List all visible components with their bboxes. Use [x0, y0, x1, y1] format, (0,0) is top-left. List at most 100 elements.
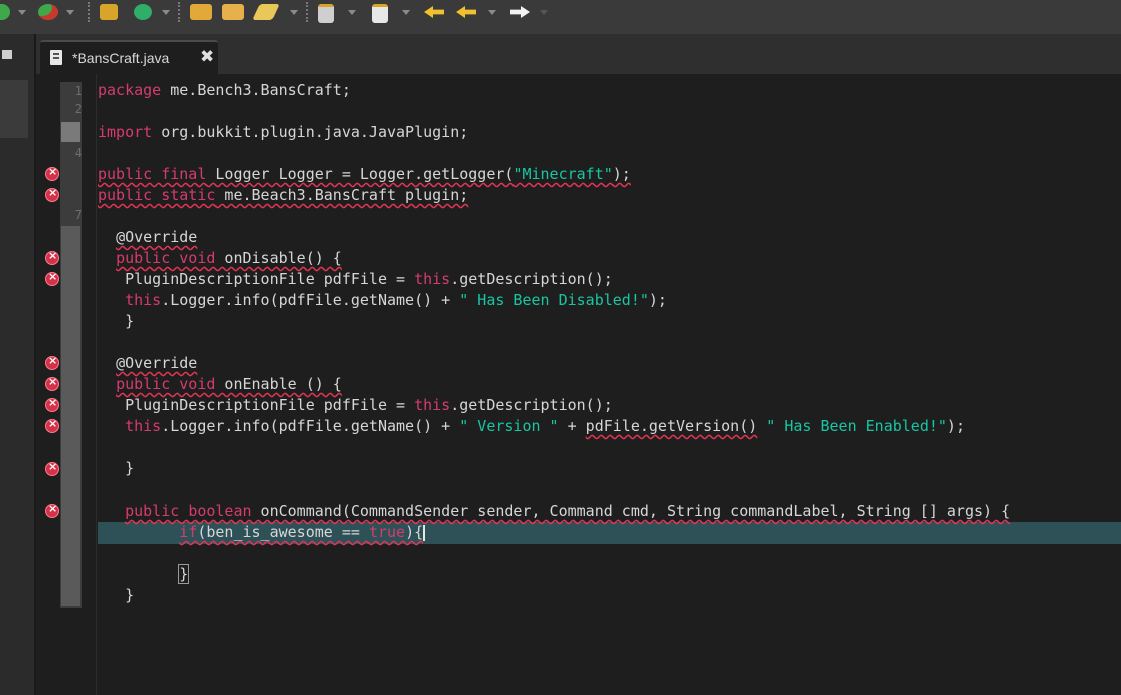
code-line[interactable]: public void onDisable() {	[98, 248, 342, 269]
keyword: package	[98, 81, 162, 99]
annotation: @Override	[116, 354, 198, 372]
text-caret	[423, 524, 426, 541]
debug-icon[interactable]	[38, 4, 58, 20]
keyword: this	[414, 396, 451, 414]
error-marker-icon[interactable]	[45, 270, 59, 286]
next-dropdown-icon[interactable]	[540, 10, 548, 15]
keyword: this	[125, 417, 162, 435]
code-line[interactable]: if(ben_is_awesome == true){	[98, 522, 426, 543]
string-literal: " Has Been Enabled!"	[766, 417, 947, 435]
code-line[interactable]: public void onEnable () {	[98, 374, 342, 395]
code-line[interactable]: public boolean onCommand(CommandSender s…	[98, 501, 1010, 522]
minimize-view-icon[interactable]	[2, 50, 12, 59]
code-line[interactable]: }	[98, 585, 134, 606]
keyword: this	[125, 291, 162, 309]
keyword: public	[116, 375, 171, 393]
error-marker-icon[interactable]	[45, 502, 59, 518]
code-text: onEnable () {	[215, 375, 342, 393]
code-line[interactable]: }	[98, 564, 190, 585]
clipboard-icon[interactable]	[318, 4, 334, 23]
error-marker-icon[interactable]	[45, 186, 59, 202]
string-literal: "Minecraft"	[513, 165, 613, 183]
code-text: Logger	[215, 165, 270, 183]
open-folder-icon[interactable]	[190, 4, 212, 20]
string-literal: " Version "	[459, 417, 559, 435]
code-text: onDisable() {	[215, 249, 342, 267]
code-line[interactable]: PluginDescriptionFile pdfFile = this.get…	[98, 395, 613, 416]
error-marker-icon[interactable]	[45, 354, 59, 370]
document-icon[interactable]	[372, 4, 388, 23]
code-line[interactable]: }	[98, 458, 134, 479]
error-marker-icon[interactable]	[45, 375, 59, 391]
back-arrow-icon[interactable]	[424, 6, 444, 18]
code-line[interactable]: package me.Bench3.BansCraft;	[98, 80, 351, 101]
code-editor[interactable]: 1 2 4 7 package me.Bench3.BansCraft; imp…	[36, 74, 1121, 695]
editor-tab[interactable]: *BansCraft.java ✖	[40, 40, 218, 76]
error-marker-icon[interactable]	[45, 165, 59, 181]
forward-arrow-icon[interactable]	[456, 6, 476, 18]
code-line[interactable]: public final Logger Logger = Logger.getL…	[98, 164, 631, 185]
run-dropdown-icon[interactable]	[18, 10, 26, 15]
annotation: @Override	[116, 228, 198, 246]
keyword: public	[116, 249, 171, 267]
toolbar-separator	[306, 2, 310, 22]
code-text: ){	[405, 523, 424, 541]
code-text: PluginDescriptionFile pdfFile =	[125, 270, 415, 288]
run-icon[interactable]	[0, 4, 10, 20]
main-toolbar	[0, 0, 1121, 34]
keyword: final	[161, 165, 207, 183]
code-line[interactable]: public static me.Beach3.BansCraft plugin…	[98, 185, 468, 206]
code-line[interactable]: @Override	[98, 353, 197, 374]
toolbar-separator	[178, 2, 182, 22]
code-text: .getDescription();	[450, 396, 613, 414]
keyword: boolean	[188, 502, 252, 520]
code-line[interactable]: @Override	[98, 227, 197, 248]
matching-bracket: }	[178, 564, 190, 584]
debug-dropdown-icon[interactable]	[66, 10, 74, 15]
keyword: static	[161, 186, 216, 204]
refresh-icon[interactable]	[134, 4, 152, 20]
line-number: 2	[74, 102, 82, 116]
code-text: pdFile.getVersion()	[585, 417, 758, 435]
error-marker-icon[interactable]	[45, 460, 59, 476]
code-line[interactable]: import org.bukkit.plugin.java.JavaPlugin…	[98, 122, 468, 143]
line-number: 1	[74, 84, 82, 98]
code-text: .getDescription();	[450, 270, 613, 288]
code-text: }	[125, 586, 135, 604]
next-arrow-icon[interactable]	[510, 6, 530, 18]
error-marker-icon[interactable]	[45, 417, 59, 433]
code-text: .Logger.info(pdfFile.getName() +	[161, 291, 460, 309]
code-text: Logger = Logger.getLogger(	[269, 165, 514, 183]
keyword: void	[179, 249, 216, 267]
edit-icon[interactable]	[252, 4, 280, 20]
code-text: me.Beach3.BansCraft plugin;	[215, 186, 469, 204]
code-line[interactable]: this.Logger.info(pdfFile.getName() + " V…	[98, 416, 965, 437]
close-tab-icon[interactable]: ✖	[200, 47, 214, 67]
code-line[interactable]: PluginDescriptionFile pdfFile = this.get…	[98, 269, 613, 290]
selected-tree-item[interactable]	[0, 80, 28, 138]
document-dropdown-icon[interactable]	[402, 10, 410, 15]
code-text: }	[125, 459, 135, 477]
code-text: me.Bench3.BansCraft;	[161, 81, 351, 99]
code-text: );	[612, 165, 631, 183]
new-project-icon[interactable]	[100, 4, 118, 20]
code-line[interactable]: }	[98, 311, 134, 332]
code-text: onCommand(CommandSender sender, Command …	[251, 502, 1011, 520]
string-literal: " Has Been Disabled!"	[459, 291, 649, 309]
package-icon[interactable]	[222, 4, 244, 20]
history-dropdown-icon[interactable]	[488, 10, 496, 15]
code-text: );	[648, 291, 667, 309]
code-text: (ben_is_awesome ==	[197, 523, 369, 541]
clipboard-dropdown-icon[interactable]	[348, 10, 356, 15]
error-marker-icon[interactable]	[45, 396, 59, 412]
keyword: public	[125, 502, 180, 520]
error-marker-icon[interactable]	[45, 249, 59, 265]
code-text: .Logger.info(pdfFile.getName() +	[161, 417, 460, 435]
code-line[interactable]: this.Logger.info(pdfFile.getName() + " H…	[98, 290, 667, 311]
code-text: +	[558, 417, 586, 435]
refresh-dropdown-icon[interactable]	[162, 10, 170, 15]
edit-dropdown-icon[interactable]	[290, 10, 298, 15]
keyword: if	[179, 523, 198, 541]
code-text: PluginDescriptionFile pdfFile =	[125, 396, 415, 414]
